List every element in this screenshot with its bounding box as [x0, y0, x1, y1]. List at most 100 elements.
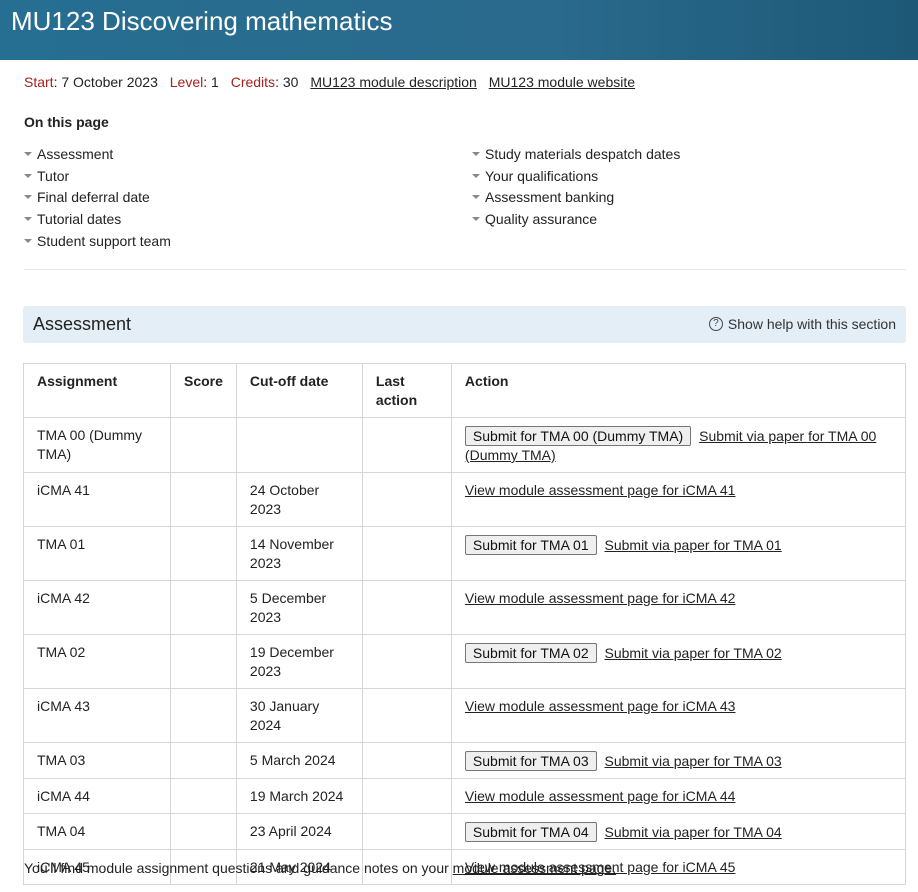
- toc-item-student-support-team[interactable]: Student support team: [24, 230, 171, 252]
- start-label: Start: [24, 74, 54, 90]
- toc-item-assessment-banking[interactable]: Assessment banking: [472, 187, 680, 209]
- toc-right-column: Study materials despatch dates Your qual…: [472, 143, 680, 230]
- start-value: 7 October 2023: [61, 74, 158, 90]
- score-cell: [170, 472, 237, 527]
- submit-button[interactable]: Submit for TMA 03: [464, 751, 597, 771]
- submit-button[interactable]: Submit for TMA 01: [464, 535, 597, 555]
- column-header: Cut-off date: [235, 363, 363, 418]
- cutoff-date-cell: 14 November 2023: [235, 526, 363, 581]
- cutoff-date-cell: 19 March 2024: [235, 778, 363, 814]
- assignment-cell: iCMA 41: [23, 472, 171, 527]
- score-cell: [170, 742, 237, 779]
- action-cell: Submit for TMA 04 Submit via paper for T…: [450, 813, 907, 850]
- last-action-cell: [361, 688, 452, 743]
- assignment-cell: TMA 02: [23, 634, 171, 689]
- toc-item-study-materials[interactable]: Study materials despatch dates: [472, 143, 680, 165]
- score-cell: [170, 580, 237, 635]
- submit-button[interactable]: Submit for TMA 00 (Dummy TMA): [464, 426, 692, 446]
- action-cell: Submit for TMA 01 Submit via paper for T…: [450, 526, 907, 581]
- score-cell: [170, 688, 237, 743]
- cutoff-date-cell: 24 October 2023: [235, 472, 363, 527]
- page-header: MU123 Discovering mathematics: [0, 0, 918, 60]
- credits-value: 30: [282, 74, 299, 90]
- score-cell: [170, 634, 237, 689]
- module-description-link[interactable]: MU123 module description: [310, 74, 477, 90]
- column-header: Action: [450, 363, 907, 418]
- score-cell: [170, 417, 237, 473]
- submit-via-paper-link[interactable]: Submit via paper for TMA 01: [605, 537, 782, 553]
- cutoff-date-cell: 19 December 2023: [235, 634, 363, 689]
- section-divider: [24, 269, 906, 270]
- credits-label: Credits: [230, 74, 276, 90]
- score-cell: [170, 526, 237, 581]
- assignment-cell: iCMA 43: [23, 688, 171, 743]
- submit-via-paper-link[interactable]: Submit via paper for TMA 04: [605, 824, 782, 840]
- cutoff-date-cell: 23 April 2024: [235, 813, 363, 850]
- last-action-cell: [361, 526, 452, 581]
- cutoff-date-cell: 5 December 2023: [235, 580, 363, 635]
- action-cell: Submit for TMA 02 Submit via paper for T…: [450, 634, 907, 689]
- view-assessment-page-link[interactable]: View module assessment page for iCMA 43: [465, 698, 736, 714]
- assignment-cell: iCMA 44: [23, 778, 171, 814]
- show-help-label: Show help with this section: [727, 316, 896, 332]
- action-cell: Submit for TMA 03 Submit via paper for T…: [450, 742, 907, 779]
- column-header: Assignment: [23, 363, 171, 418]
- chevron-down-icon: [472, 217, 480, 222]
- submit-button[interactable]: Submit for TMA 04: [464, 822, 597, 842]
- cutoff-date-cell: 30 January 2024: [235, 688, 363, 743]
- column-header: Score: [170, 363, 237, 418]
- module-website-link[interactable]: MU123 module website: [489, 74, 635, 90]
- last-action-cell: [361, 742, 452, 779]
- toc-item-assessment[interactable]: Assessment: [24, 143, 171, 165]
- cutoff-date-cell: [235, 417, 363, 473]
- footer-text: You'll find module assignment questions …: [24, 860, 453, 876]
- table-header-row: Assignment Score Cut-off date Last actio…: [23, 363, 907, 418]
- table-row: TMA 03 5 March 2024 Submit for TMA 03 Subm…: [23, 742, 907, 779]
- assessment-section-header: Assessment ? Show help with this section: [23, 306, 906, 343]
- assignment-cell: iCMA 42: [23, 580, 171, 635]
- show-help-button[interactable]: ? Show help with this section: [708, 316, 896, 332]
- submit-via-paper-link[interactable]: Submit via paper for TMA 02: [605, 645, 782, 661]
- help-icon: ?: [708, 317, 723, 331]
- view-assessment-page-link[interactable]: View module assessment page for iCMA 42: [465, 590, 736, 606]
- footer-note: You'll find module assignment questions …: [24, 860, 616, 876]
- assessment-table: Assignment Score Cut-off date Last actio…: [23, 363, 907, 885]
- chevron-down-icon: [472, 195, 480, 200]
- table-row: TMA 01 14 November 2023 Submit for TMA 01 …: [23, 526, 907, 581]
- action-cell: View module assessment page for iCMA 43: [450, 688, 907, 743]
- assignment-cell: TMA 03: [23, 742, 171, 779]
- toc-item-quality-assurance[interactable]: Quality assurance: [472, 208, 680, 230]
- table-row: TMA 02 19 December 2023 Submit for TMA 02 …: [23, 634, 907, 689]
- column-header: Last action: [361, 363, 452, 418]
- chevron-down-icon: [24, 173, 32, 178]
- action-cell: View module assessment page for iCMA 44: [450, 778, 907, 814]
- module-assessment-page-link[interactable]: module assessment page.: [453, 860, 616, 876]
- last-action-cell: [361, 580, 452, 635]
- last-action-cell: [361, 417, 452, 473]
- cutoff-date-cell: 5 March 2024: [235, 742, 363, 779]
- toc-item-tutor[interactable]: Tutor: [24, 165, 171, 187]
- view-assessment-page-link[interactable]: View module assessment page for iCMA 41: [465, 482, 736, 498]
- view-assessment-page-link[interactable]: View module assessment page for iCMA 44: [465, 788, 736, 804]
- toc-item-final-deferral-date[interactable]: Final deferral date: [24, 187, 171, 209]
- level-label: Level: [169, 74, 204, 90]
- assignment-cell: TMA 00 (Dummy TMA): [23, 417, 171, 473]
- submit-button[interactable]: Submit for TMA 02: [464, 643, 597, 663]
- submit-via-paper-link[interactable]: Submit via paper for TMA 03: [605, 753, 782, 769]
- toc-item-tutorial-dates[interactable]: Tutorial dates: [24, 208, 171, 230]
- score-cell: [170, 813, 237, 850]
- action-cell: Submit for TMA 00 (Dummy TMA) Submit via…: [450, 417, 907, 473]
- assignment-cell: TMA 01: [23, 526, 171, 581]
- chevron-down-icon: [24, 239, 32, 244]
- assessment-heading: Assessment: [33, 314, 132, 334]
- table-row: iCMA 41 24 October 2023 View module assess…: [23, 472, 907, 527]
- toc-left-column: Assessment Tutor Final deferral date Tut…: [24, 143, 171, 252]
- table-row: TMA 00 (Dummy TMA) Submit for TMA 00 (Dum…: [23, 417, 907, 473]
- toc-item-qualifications[interactable]: Your qualifications: [472, 165, 680, 187]
- table-row: iCMA 44 19 March 2024 View module assessme…: [23, 778, 907, 814]
- action-cell: View module assessment page for iCMA 42: [450, 580, 907, 635]
- on-this-page-heading: On this page: [24, 114, 109, 130]
- last-action-cell: [361, 778, 452, 814]
- score-cell: [170, 778, 237, 814]
- table-row: TMA 04 23 April 2024 Submit for TMA 04 Sub…: [23, 813, 907, 850]
